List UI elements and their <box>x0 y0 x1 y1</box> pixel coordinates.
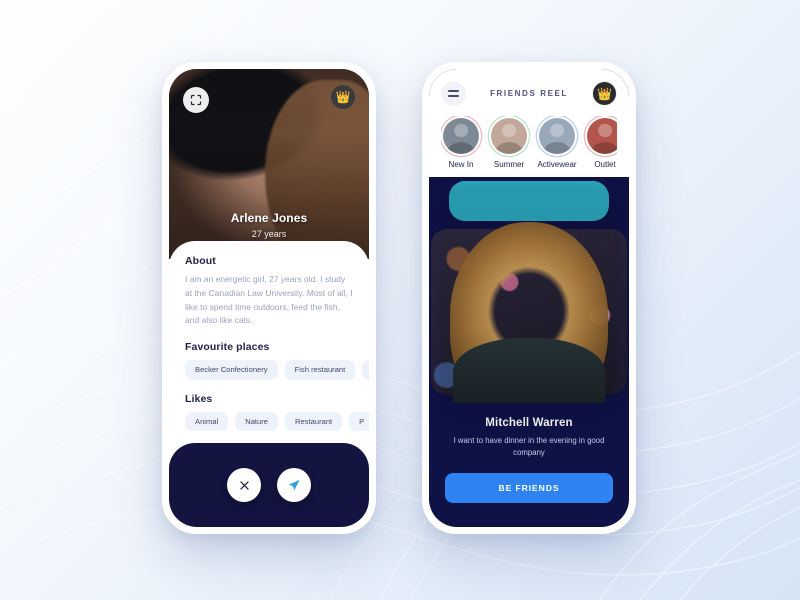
feed-header-panel: FRIENDS REEL 👑 New In Summer Activewear … <box>429 69 629 177</box>
stories-carousel[interactable]: New In Summer Activewear Outlet <box>441 116 617 169</box>
card-profile-name: Mitchell Warren <box>485 417 573 429</box>
profile-name: Arlene Jones <box>230 211 308 225</box>
chip-item[interactable]: Restaurant <box>285 411 343 432</box>
about-heading: About <box>185 255 216 267</box>
close-x-icon <box>239 480 249 490</box>
hamburger-menu-icon[interactable] <box>441 81 466 106</box>
left-phone-mockup: 👑 Arlene Jones 27 years About I am an en… <box>162 62 376 534</box>
story-item[interactable]: Outlet <box>585 116 617 169</box>
story-avatar <box>587 118 617 154</box>
card-profile-description: I want to have dinner in the evening in … <box>453 436 605 458</box>
feed-header: FRIENDS REEL 👑 <box>441 81 617 106</box>
likes-heading: Likes <box>185 392 213 405</box>
favourite-places-chip-row[interactable]: Becker Confectionery Fish restaurant B <box>185 360 369 380</box>
story-item[interactable]: New In <box>441 116 481 169</box>
profile-card-photo[interactable] <box>443 187 615 403</box>
story-item[interactable]: Summer <box>489 116 529 169</box>
story-ring <box>441 116 481 156</box>
chip-item[interactable]: P <box>349 411 369 432</box>
chip-item[interactable]: B <box>362 360 369 380</box>
send-message-button[interactable] <box>277 468 311 502</box>
story-ring <box>489 116 529 156</box>
story-label: Outlet <box>594 160 616 169</box>
story-ring <box>537 116 577 156</box>
crown-icon[interactable]: 👑 <box>331 85 355 109</box>
story-label: Activewear <box>537 160 577 169</box>
right-phone-screen: FRIENDS REEL 👑 New In Summer Activewear … <box>429 69 629 527</box>
paper-plane-icon <box>288 479 300 491</box>
action-bar <box>169 443 369 527</box>
profile-card-stack[interactable] <box>431 181 627 407</box>
expand-fullscreen-icon[interactable] <box>183 87 209 113</box>
profile-card-info: Mitchell Warren I want to have dinner in… <box>429 407 629 503</box>
card-photo-overlay <box>443 187 615 403</box>
crown-glyph: 👑 <box>335 90 351 104</box>
app-title: FRIENDS REEL <box>490 89 568 98</box>
chip-item[interactable]: Animal <box>185 411 229 432</box>
profile-hero-photo: 👑 Arlene Jones 27 years <box>169 69 369 259</box>
crown-glyph: 👑 <box>597 86 612 101</box>
crown-icon[interactable]: 👑 <box>592 81 617 106</box>
left-phone-screen: 👑 Arlene Jones 27 years About I am an en… <box>169 69 369 527</box>
story-avatar <box>491 118 527 154</box>
right-phone-mockup: FRIENDS REEL 👑 New In Summer Activewear … <box>422 62 636 534</box>
favourite-places-heading: Favourite places <box>185 341 270 354</box>
story-avatar <box>539 118 575 154</box>
profile-age: 27 years <box>251 229 287 239</box>
chip-item[interactable]: Nature <box>235 411 279 432</box>
chip-item[interactable]: Fish restaurant <box>284 360 356 380</box>
story-label: New In <box>448 160 474 169</box>
chip-item[interactable]: Becker Confectionery <box>185 360 278 380</box>
reject-button[interactable] <box>227 468 261 502</box>
story-item[interactable]: Activewear <box>537 116 577 169</box>
about-text: I am an energetic girl, 27 years old. I … <box>185 274 353 326</box>
story-avatar <box>443 118 479 154</box>
story-label: Summer <box>493 160 525 169</box>
likes-chip-row[interactable]: Animal Nature Restaurant P <box>185 411 369 432</box>
story-ring <box>585 116 617 156</box>
be-friends-button[interactable]: BE FRIENDS <box>445 472 613 503</box>
